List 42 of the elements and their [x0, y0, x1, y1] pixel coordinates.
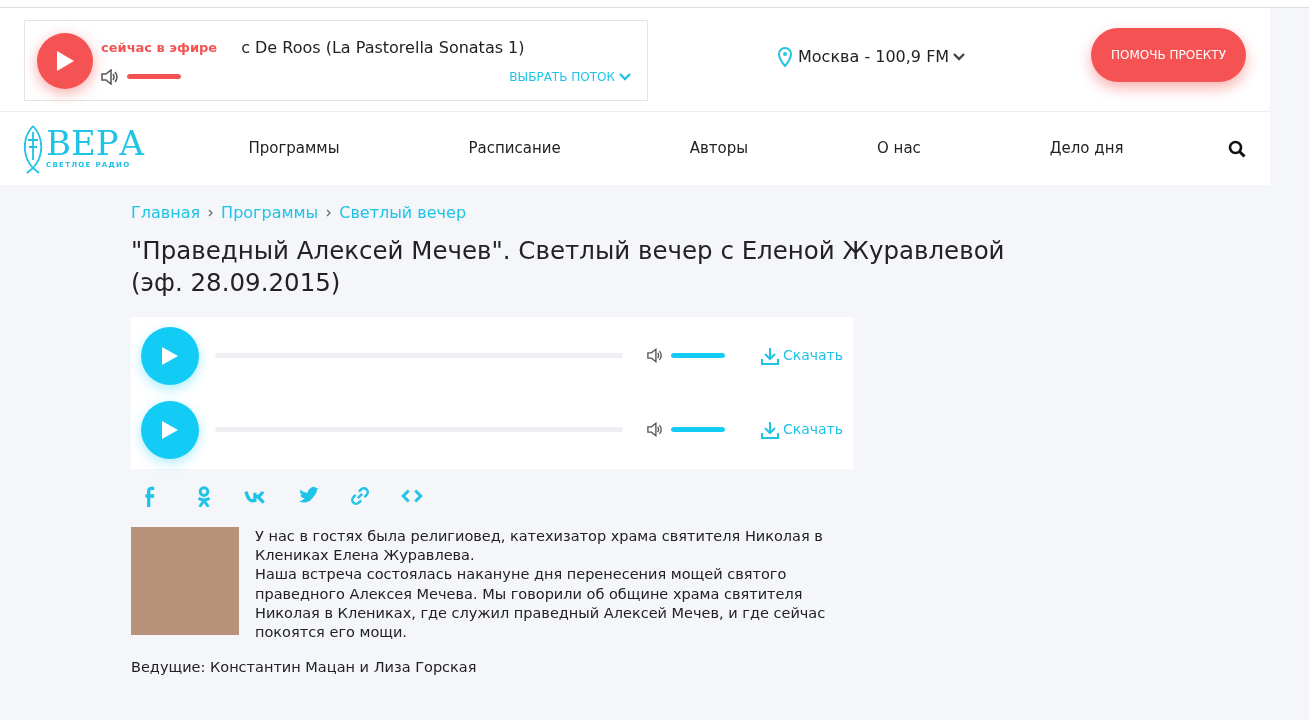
- description-paragraph: Наша встреча состоялась накануне дня перенесения мощей святого праведного Алексея Мечева. Мы говорили об общине храма святителя Николая в Клениках, где служил праведный Алексей Мечев, и где сейчас покоятся его мощи.: [255, 565, 827, 643]
- volume-slider[interactable]: [671, 427, 725, 433]
- speaker-icon[interactable]: [647, 422, 663, 438]
- logo-name: ВЕРА: [46, 126, 145, 161]
- breadcrumb-link[interactable]: Светлый вечер: [339, 201, 467, 225]
- chevron-down-icon: [619, 72, 631, 81]
- volume-slider[interactable]: [127, 74, 181, 79]
- breadcrumb-link[interactable]: Программы: [221, 201, 319, 225]
- breadcrumb-link[interactable]: Главная: [131, 201, 201, 225]
- download-icon: [760, 420, 779, 439]
- play-button[interactable]: [141, 400, 199, 459]
- station-select[interactable]: Москва - 100,9 FM: [792, 44, 972, 70]
- page-title: "Праведный Алексей Мечев". Светлый вечер с Еленой Журавлевой (эф. 28.09.2015): [131, 235, 1006, 299]
- breadcrumb-separator-icon: [326, 209, 332, 217]
- nav-link[interactable]: Программы: [248, 137, 340, 160]
- speaker-icon[interactable]: [647, 348, 663, 364]
- donate-button[interactable]: ПОМОЧЬ ПРОЕКТУ: [1091, 28, 1246, 82]
- search-icon[interactable]: [1228, 139, 1246, 158]
- track-title: c De Roos (La Pastorella Sonatas 1): [241, 36, 525, 59]
- hosts-text: Ведущие: Константин Мацан и Лиза Горская: [131, 658, 478, 678]
- play-icon: [55, 49, 75, 72]
- play-button[interactable]: [37, 32, 93, 89]
- download-link[interactable]: Скачать: [760, 345, 843, 367]
- link-icon[interactable]: [348, 484, 372, 507]
- breadcrumb-separator-icon: [208, 209, 214, 217]
- play-button[interactable]: [141, 326, 199, 385]
- download-icon: [760, 346, 779, 365]
- nav-link[interactable]: О нас: [877, 137, 921, 160]
- fish-cross-icon: [24, 123, 42, 174]
- stream-select-button[interactable]: ВЫБРАТЬ ПОТОК: [509, 67, 631, 86]
- volume-slider[interactable]: [671, 353, 725, 359]
- description-paragraph: У нас в гостях была религиовед, катехизатор храма святителя Николая в Клениках Елена Журавлева.: [255, 526, 824, 565]
- play-icon: [161, 419, 179, 440]
- nav-link[interactable]: Авторы: [689, 137, 749, 160]
- nav-link[interactable]: Дело дня: [1049, 137, 1124, 160]
- on-air-label: сейчас в эфире: [101, 38, 218, 57]
- nav-link[interactable]: Расписание: [468, 137, 561, 160]
- play-icon: [161, 345, 179, 366]
- location-pin-icon: [778, 47, 792, 67]
- speaker-icon[interactable]: [101, 68, 119, 85]
- download-link[interactable]: Скачать: [760, 419, 843, 441]
- chevron-down-icon: [953, 53, 966, 61]
